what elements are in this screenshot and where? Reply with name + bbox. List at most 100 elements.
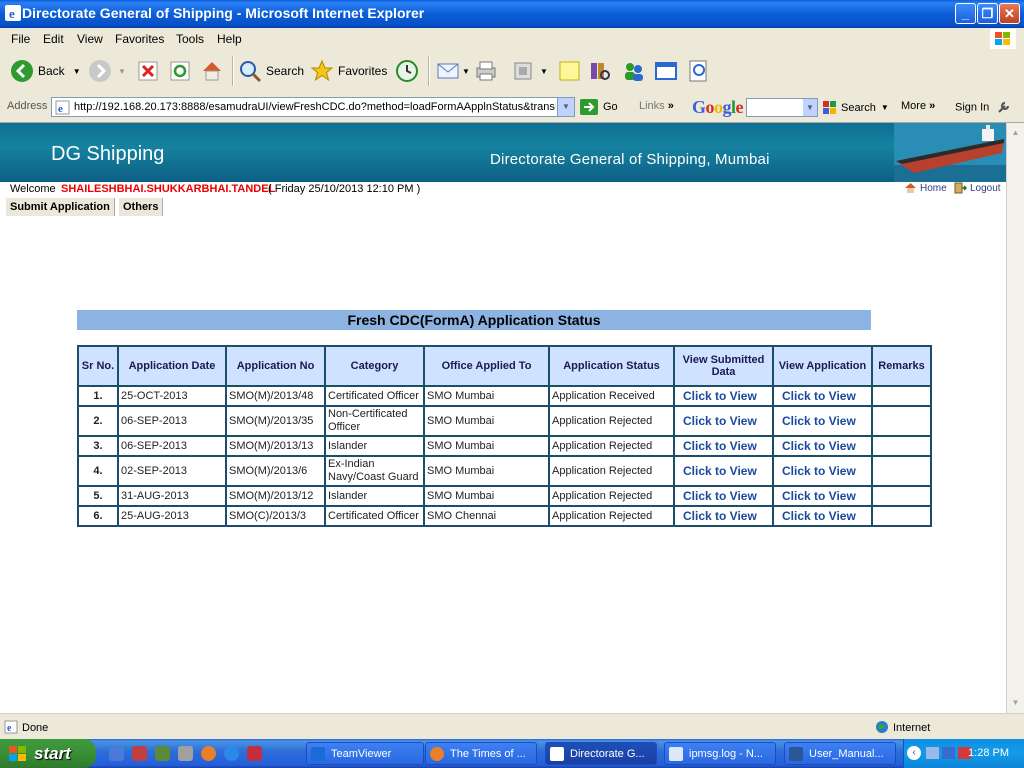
chevron-down-icon[interactable]: ▼	[803, 99, 817, 116]
close-button[interactable]: ✕	[999, 3, 1020, 24]
task-user-manual[interactable]: User_Manual...	[784, 742, 896, 765]
scroll-down-icon[interactable]: ▼	[1008, 695, 1023, 711]
more-button[interactable]: More »	[901, 100, 935, 112]
view-submitted-data-link[interactable]: Click to View	[673, 405, 774, 437]
quicklaunch-icon[interactable]	[132, 746, 147, 761]
page-search-button[interactable]	[687, 57, 711, 85]
view-submitted-data-link[interactable]: Click to View	[673, 455, 774, 487]
logout-link[interactable]: Logout	[954, 182, 1001, 194]
task-times-of[interactable]: The Times of ...	[425, 742, 537, 765]
print-button[interactable]	[474, 57, 498, 85]
chevron-down-icon[interactable]: ▼	[118, 67, 126, 76]
google-search-input[interactable]: ▼	[746, 98, 818, 117]
nav-others[interactable]: Others	[119, 198, 164, 216]
view-submitted-data-link[interactable]: Click to View	[673, 385, 774, 407]
view-application-link[interactable]: Click to View	[772, 485, 873, 507]
ie-icon[interactable]	[224, 746, 239, 761]
links-label[interactable]: Links »	[639, 100, 674, 112]
view-submitted-data-link[interactable]: Click to View	[673, 485, 774, 507]
quicklaunch-icon[interactable]	[178, 746, 193, 761]
view-application-link[interactable]: Click to View	[772, 405, 873, 437]
research-button[interactable]	[588, 57, 612, 85]
page-content: DG Shipping Directorate General of Shipp…	[0, 123, 1006, 713]
back-button[interactable]: Back ▼	[10, 57, 81, 85]
stop-button[interactable]	[137, 57, 159, 85]
view-submitted-data-link[interactable]: Click to View	[673, 505, 774, 527]
task-teamviewer[interactable]: TeamViewer	[306, 742, 424, 765]
category-cell: Non-Certificated Officer	[324, 405, 425, 437]
menu-bar: File Edit View Favorites Tools Help	[0, 28, 1024, 51]
menu-tools[interactable]: Tools	[176, 32, 204, 46]
back-arrow-icon	[11, 60, 33, 82]
task-directorate[interactable]: Directorate G...	[545, 742, 657, 765]
home-button[interactable]	[200, 57, 224, 85]
task-ipmsg[interactable]: ipmsg.log - N...	[664, 742, 776, 765]
view-application-link[interactable]: Click to View	[772, 385, 873, 407]
messenger-button[interactable]	[622, 57, 646, 85]
google-logo: Google	[692, 97, 744, 117]
forward-button[interactable]: ▼	[88, 57, 126, 85]
remarks-cell	[871, 435, 932, 457]
category-cell: Islander	[324, 435, 425, 457]
application-status-table: Sr No. Application Date Application No C…	[77, 345, 932, 527]
category-cell: Certificated Officer	[324, 385, 425, 407]
windows-logo-icon	[990, 29, 1016, 49]
application-no-cell: SMO(M)/2013/35	[225, 405, 326, 437]
table-row: 1. 25-OCT-2013 SMO(M)/2013/48 Certificat…	[77, 385, 932, 407]
tray-icon[interactable]	[942, 747, 955, 759]
view-submitted-data-link[interactable]: Click to View	[673, 435, 774, 457]
window-button[interactable]	[654, 57, 678, 85]
vertical-scrollbar[interactable]: ▲ ▼	[1006, 123, 1024, 713]
window-title-bar[interactable]: e Directorate General of Shipping - Micr…	[0, 0, 1024, 28]
go-button[interactable]: Go	[580, 99, 618, 115]
edit-button[interactable]: ▼	[512, 57, 548, 85]
discuss-button[interactable]	[558, 57, 582, 85]
toolbar-separator	[232, 56, 234, 86]
remarks-cell	[871, 455, 932, 487]
network-icon[interactable]	[926, 747, 939, 759]
quicklaunch-icon[interactable]	[155, 746, 170, 761]
home-link[interactable]: Home	[904, 182, 947, 194]
mail-button[interactable]: ▼	[436, 57, 470, 85]
chevron-down-icon[interactable]: ▼	[540, 67, 548, 76]
stop-icon	[138, 61, 158, 81]
scroll-up-icon[interactable]: ▲	[1008, 125, 1023, 141]
view-application-link[interactable]: Click to View	[772, 505, 873, 527]
quicklaunch-icon[interactable]	[109, 746, 124, 761]
history-button[interactable]	[395, 57, 419, 85]
chevron-down-icon[interactable]: ▼	[881, 103, 889, 112]
restore-button[interactable]: ❐	[977, 3, 998, 24]
menu-favorites[interactable]: Favorites	[115, 32, 164, 46]
minimize-button[interactable]: _	[955, 3, 976, 24]
system-tray: ‹ 1:28 PM	[903, 739, 1024, 768]
address-input[interactable]: e http://192.168.20.173:8888/esamudraUI/…	[51, 97, 575, 117]
column-header: Sr No.	[77, 345, 119, 387]
printer-icon	[476, 61, 496, 81]
wrench-icon[interactable]	[996, 100, 1011, 115]
menu-view[interactable]: View	[77, 32, 103, 46]
chevron-down-icon[interactable]: ▼	[73, 67, 81, 76]
start-button[interactable]: start	[0, 739, 96, 768]
application-date-cell: 02-SEP-2013	[117, 455, 227, 487]
google-search-button[interactable]: Search ▼	[822, 100, 889, 115]
address-dropdown-icon[interactable]: ▼	[557, 98, 574, 116]
search-button[interactable]: Search	[238, 57, 304, 85]
refresh-icon	[170, 61, 190, 81]
quicklaunch-icon[interactable]	[247, 746, 262, 761]
office-cell: SMO Mumbai	[423, 405, 550, 437]
office-cell: SMO Chennai	[423, 505, 550, 527]
taskbar: start TeamViewer The Times of ... Direct…	[0, 739, 1024, 768]
nav-submit-application[interactable]: Submit Application	[6, 198, 115, 216]
tray-expand-icon[interactable]: ‹	[907, 746, 921, 760]
application-date-cell: 06-SEP-2013	[117, 405, 227, 437]
menu-edit[interactable]: Edit	[43, 32, 64, 46]
view-application-link[interactable]: Click to View	[772, 455, 873, 487]
firefox-icon[interactable]	[201, 746, 216, 761]
view-application-link[interactable]: Click to View	[772, 435, 873, 457]
menu-file[interactable]: File	[11, 32, 30, 46]
refresh-button[interactable]	[169, 57, 191, 85]
chevron-down-icon[interactable]: ▼	[462, 67, 470, 76]
sign-in-button[interactable]: Sign In	[955, 100, 1011, 115]
menu-help[interactable]: Help	[217, 32, 242, 46]
favorites-button[interactable]: Favorites	[310, 57, 387, 85]
